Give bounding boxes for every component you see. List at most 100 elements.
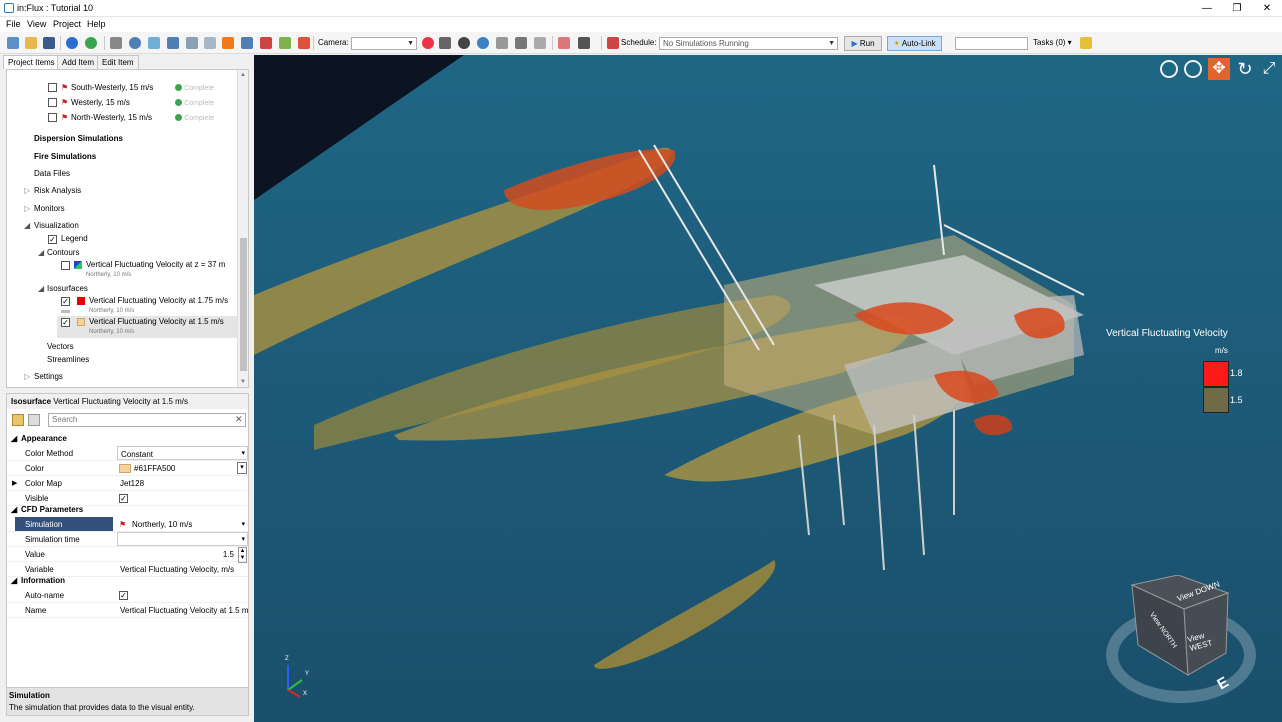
reset-view-icon[interactable] [458, 37, 470, 49]
chart-icon[interactable] [260, 37, 272, 49]
tree-item-settings[interactable]: Settings [34, 372, 63, 381]
solid-icon[interactable] [534, 37, 546, 49]
checkbox[interactable] [48, 98, 57, 107]
tree-item-contours[interactable]: Contours [47, 248, 79, 257]
chevron-down-icon[interactable]: ▾ [237, 462, 247, 474]
expand-icon[interactable]: ▷ [24, 204, 30, 213]
transform-icon[interactable] [558, 37, 570, 49]
fullscreen-icon[interactable]: ⤢ [1258, 58, 1280, 80]
prop-color-method[interactable]: Color Method Constant ▾ [7, 446, 248, 461]
collapse-icon[interactable]: ◢ [38, 284, 44, 293]
visible-checkbox[interactable]: ✓ [119, 494, 128, 503]
collapse-icon[interactable]: ◢ [11, 432, 17, 446]
new-project-icon[interactable] [7, 37, 19, 49]
chevron-down-icon[interactable]: ▾ [241, 446, 245, 461]
checkbox[interactable]: ✓ [61, 297, 70, 306]
menu-help[interactable]: Help [87, 19, 106, 29]
pencil-icon[interactable] [1080, 37, 1092, 49]
tree-item-dispersion[interactable]: Dispersion Simulations [34, 134, 123, 143]
pan-icon[interactable]: ✥ [1208, 58, 1230, 80]
tree-item-iso2-selected[interactable]: ✓ Vertical Fluctuating Velocity at 1.5 m… [57, 316, 237, 338]
save-icon[interactable] [43, 37, 55, 49]
chevron-down-icon[interactable]: ▾ [241, 517, 245, 532]
add-icon[interactable] [85, 37, 97, 49]
slice-icon[interactable] [496, 37, 508, 49]
wireframe-icon[interactable] [515, 37, 527, 49]
prop-color[interactable]: Color #61FFA500 ▾ [7, 461, 248, 476]
zoom-region-icon[interactable] [1160, 60, 1178, 78]
info-icon[interactable] [66, 37, 78, 49]
prop-simulation-time[interactable]: Simulation time ▾ [7, 532, 248, 547]
tab-project-items[interactable]: Project Items [3, 55, 60, 69]
checkbox[interactable]: ✓ [61, 318, 70, 327]
prop-color-map[interactable]: ▶ Color Map Jet128 [7, 476, 248, 491]
line-icon[interactable] [148, 37, 160, 49]
box-icon[interactable] [167, 37, 179, 49]
rotate-icon[interactable]: ↻ [1234, 58, 1256, 80]
scrollbar-thumb[interactable] [240, 238, 247, 371]
target-icon[interactable] [129, 37, 141, 49]
monitor-icon[interactable] [186, 37, 198, 49]
auto-name-checkbox[interactable]: ✓ [119, 591, 128, 600]
clear-icon[interactable]: ✕ [235, 414, 243, 425]
pointer-icon[interactable] [578, 37, 590, 49]
category-information[interactable]: ◢ Information [7, 574, 248, 588]
tree-item-risk[interactable]: Risk Analysis [34, 186, 81, 195]
collapse-icon[interactable]: ◢ [38, 248, 44, 257]
tree-item-isosurfaces[interactable]: Isosurfaces [47, 284, 88, 293]
delete-camera-icon[interactable] [422, 37, 434, 49]
auto-link-button[interactable]: ✦ Auto-Link [887, 36, 942, 51]
menu-project[interactable]: Project [53, 19, 81, 29]
expand-icon[interactable]: ▶ [12, 476, 17, 491]
collapse-icon[interactable]: ◢ [11, 503, 17, 517]
layer-icon[interactable] [241, 37, 253, 49]
fit-view-icon[interactable] [477, 37, 489, 49]
collapse-icon[interactable]: ◢ [11, 574, 17, 588]
categorized-view-icon[interactable] [12, 414, 24, 426]
category-appearance[interactable]: ◢ Appearance [7, 432, 248, 446]
collapse-icon[interactable]: ◢ [24, 221, 30, 230]
tab-edit-item[interactable]: Edit Item [97, 55, 139, 69]
tree-item-vectors[interactable]: Vectors [47, 342, 74, 351]
open-folder-icon[interactable] [25, 37, 37, 49]
category-cfd[interactable]: ◢ CFD Parameters [7, 503, 248, 517]
tree-item-visualization[interactable]: Visualization [34, 221, 79, 230]
3d-viewport[interactable]: ✥ ↻ ⤢ Vertical Fluctuating Velocity m/s … [254, 55, 1282, 722]
table-icon[interactable] [298, 37, 310, 49]
menu-file[interactable]: File [6, 19, 21, 29]
cloud-icon[interactable] [204, 37, 216, 49]
search-input[interactable]: Search [48, 413, 246, 427]
expand-icon[interactable]: ▷ [24, 372, 30, 381]
prop-simulation[interactable]: Simulation ⚑ Northerly, 10 m/s ▾ [7, 517, 248, 532]
zoom-icon[interactable] [1184, 60, 1202, 78]
expand-icon[interactable]: ▷ [24, 186, 30, 195]
fire-icon[interactable] [222, 37, 234, 49]
chevron-down-icon[interactable]: ▾ [241, 532, 245, 547]
tree-item-datafiles[interactable]: Data Files [34, 169, 70, 178]
schedule-select[interactable]: No Simulations Running ▼ [659, 37, 838, 50]
checkbox[interactable]: ✓ [48, 235, 57, 244]
camera-icon[interactable] [439, 37, 451, 49]
run-button[interactable]: ▶ Run [844, 36, 882, 51]
prop-auto-name[interactable]: Auto-name ✓ [7, 588, 248, 603]
maximize-button[interactable]: ❐ [1222, 0, 1252, 17]
report-icon[interactable] [279, 37, 291, 49]
prop-name[interactable]: Name Vertical Fluctuating Velocity at 1.… [7, 603, 248, 618]
menu-view[interactable]: View [27, 19, 46, 29]
sort-icon[interactable] [28, 414, 40, 426]
close-button[interactable]: ✕ [1252, 0, 1282, 17]
tree-item-streamlines[interactable]: Streamlines [47, 355, 89, 364]
grid-icon[interactable] [110, 37, 122, 49]
tab-add-item[interactable]: Add Item [57, 55, 100, 69]
tree-item-monitors[interactable]: Monitors [34, 204, 65, 213]
checkbox[interactable] [48, 83, 57, 92]
checkbox[interactable] [48, 113, 57, 122]
stepper-icon[interactable]: ▲ ▼ [238, 547, 247, 563]
camera-select[interactable]: ▼ [351, 37, 417, 50]
tasks-menu[interactable]: Tasks (0) ▾ [1033, 38, 1072, 47]
checkbox[interactable] [61, 261, 70, 270]
tree-item-fire[interactable]: Fire Simulations [34, 152, 96, 161]
minimize-button[interactable]: — [1192, 0, 1222, 17]
tree-scrollbar[interactable]: ▲ ▼ [237, 70, 248, 387]
prop-value[interactable]: Value 1.5 ▲ ▼ [7, 547, 248, 563]
